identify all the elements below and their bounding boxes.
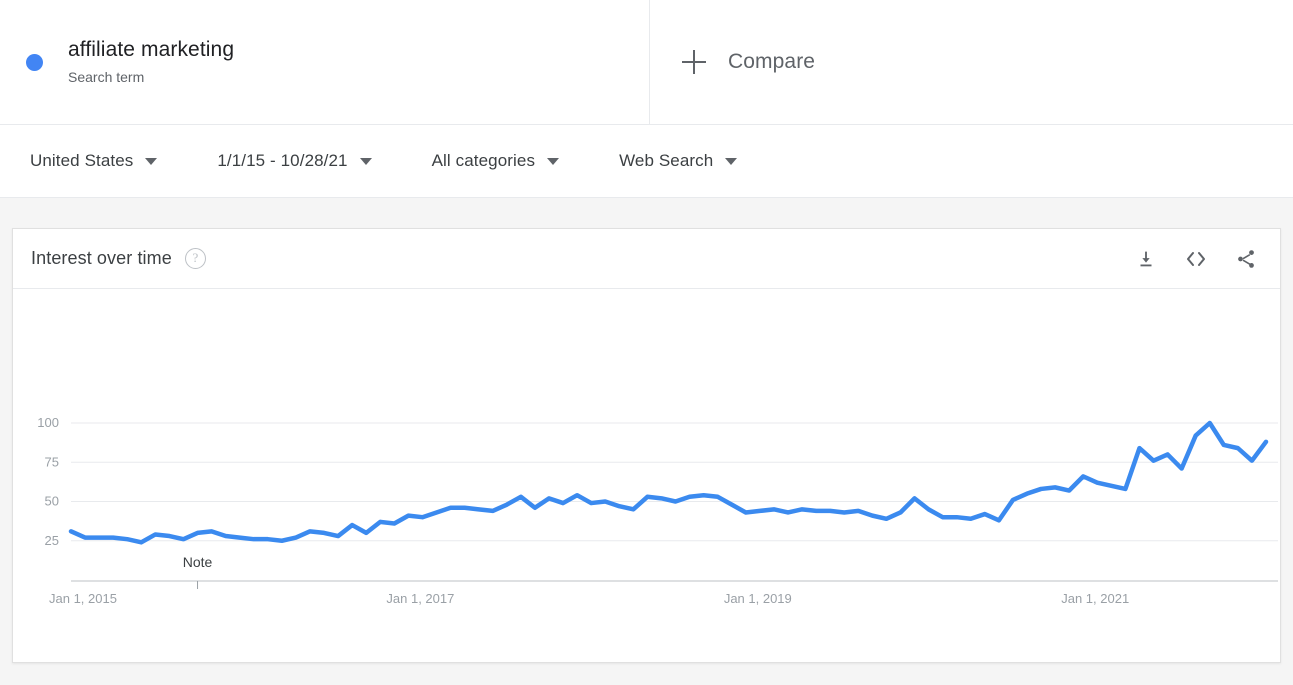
chart-area[interactable]: 100 75 50 25 Jan 1, 2015 Jan 1, 2017 Jan 1, 20…	[13, 289, 1280, 663]
x-axis-tick: Jan 1, 2017	[386, 591, 454, 606]
filter-location-label: United States	[30, 151, 134, 170]
compare-button[interactable]: Compare	[650, 0, 1293, 124]
download-icon[interactable]	[1134, 247, 1158, 271]
filter-location[interactable]: United States	[30, 151, 158, 171]
plus-icon	[682, 50, 706, 74]
card-header: Interest over time ?	[13, 229, 1280, 289]
page-title: Interest over time	[31, 248, 172, 268]
filter-category[interactable]: All categories	[431, 151, 560, 171]
filter-date-range[interactable]: 1/1/15 - 10/28/21	[217, 151, 372, 171]
embed-icon[interactable]	[1184, 247, 1208, 271]
chevron-down-icon	[145, 157, 158, 165]
filter-search-type-label: Web Search	[619, 151, 714, 170]
search-term-card[interactable]: affiliate marketing Search term	[0, 0, 650, 124]
search-terms-bar: affiliate marketing Search term Compare	[0, 0, 1293, 125]
y-axis-tick: 25	[45, 533, 59, 548]
filter-search-type[interactable]: Web Search	[619, 151, 738, 171]
interest-over-time-card: Interest over time ? 100 75 50 25 Jan 1,…	[12, 228, 1281, 663]
y-axis-tick: 50	[45, 494, 59, 509]
help-icon[interactable]: ?	[184, 248, 206, 269]
page-body: Interest over time ? 100 75 50 25 Jan 1,…	[0, 198, 1293, 685]
chevron-down-icon	[725, 157, 738, 165]
share-icon[interactable]	[1234, 247, 1258, 271]
card-actions	[1134, 247, 1258, 271]
x-axis-tick: Jan 1, 2021	[1061, 591, 1129, 606]
chevron-down-icon	[547, 157, 560, 165]
filter-date-range-label: 1/1/15 - 10/28/21	[217, 151, 348, 170]
x-axis-tick: Jan 1, 2015	[49, 591, 117, 606]
search-term-title: affiliate marketing	[68, 37, 235, 61]
filter-category-label: All categories	[431, 151, 536, 170]
compare-label: Compare	[728, 50, 816, 73]
x-axis-tick: Jan 1, 2019	[724, 591, 792, 606]
chevron-down-icon	[359, 157, 372, 165]
interest-over-time-chart[interactable]: 100 75 50 25 Jan 1, 2015 Jan 1, 2017 Jan 1, 20…	[13, 289, 1282, 663]
series-color-dot	[26, 53, 43, 71]
note-annotation-label: Note	[183, 554, 213, 570]
y-axis-tick: 100	[37, 415, 59, 430]
filters-bar: United States 1/1/15 - 10/28/21 All cate…	[0, 125, 1293, 198]
trend-line[interactable]	[68, 420, 1269, 545]
y-axis-tick: 75	[45, 454, 59, 469]
search-term-subtitle: Search term	[68, 68, 145, 85]
